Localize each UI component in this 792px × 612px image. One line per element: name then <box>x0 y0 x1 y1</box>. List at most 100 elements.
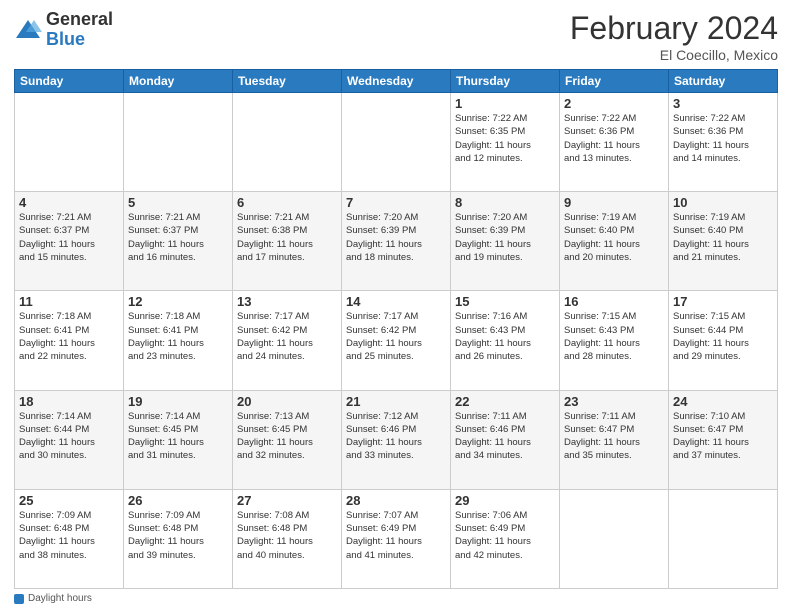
day-number: 13 <box>237 294 337 309</box>
day-number: 22 <box>455 394 555 409</box>
header-day: Wednesday <box>342 70 451 93</box>
day-cell: 8Sunrise: 7:20 AMSunset: 6:39 PMDaylight… <box>451 192 560 291</box>
logo: General Blue <box>14 10 113 50</box>
week-row: 25Sunrise: 7:09 AMSunset: 6:48 PMDayligh… <box>15 489 778 588</box>
day-number: 3 <box>673 96 773 111</box>
day-info: Sunrise: 7:18 AMSunset: 6:41 PMDaylight:… <box>128 310 228 363</box>
page: General Blue February 2024 El Coecillo, … <box>0 0 792 612</box>
day-number: 8 <box>455 195 555 210</box>
day-cell: 20Sunrise: 7:13 AMSunset: 6:45 PMDayligh… <box>233 390 342 489</box>
day-number: 23 <box>564 394 664 409</box>
day-cell: 23Sunrise: 7:11 AMSunset: 6:47 PMDayligh… <box>560 390 669 489</box>
header-day: Saturday <box>669 70 778 93</box>
day-cell: 6Sunrise: 7:21 AMSunset: 6:38 PMDaylight… <box>233 192 342 291</box>
day-cell <box>15 93 124 192</box>
day-number: 26 <box>128 493 228 508</box>
logo-icon <box>14 16 42 44</box>
day-cell: 25Sunrise: 7:09 AMSunset: 6:48 PMDayligh… <box>15 489 124 588</box>
day-number: 6 <box>237 195 337 210</box>
day-cell: 11Sunrise: 7:18 AMSunset: 6:41 PMDayligh… <box>15 291 124 390</box>
header-row: SundayMondayTuesdayWednesdayThursdayFrid… <box>15 70 778 93</box>
day-number: 25 <box>19 493 119 508</box>
day-info: Sunrise: 7:09 AMSunset: 6:48 PMDaylight:… <box>128 509 228 562</box>
day-cell <box>560 489 669 588</box>
day-cell: 22Sunrise: 7:11 AMSunset: 6:46 PMDayligh… <box>451 390 560 489</box>
day-info: Sunrise: 7:11 AMSunset: 6:47 PMDaylight:… <box>564 410 664 463</box>
location: El Coecillo, Mexico <box>570 47 778 63</box>
day-info: Sunrise: 7:10 AMSunset: 6:47 PMDaylight:… <box>673 410 773 463</box>
day-info: Sunrise: 7:08 AMSunset: 6:48 PMDaylight:… <box>237 509 337 562</box>
day-cell: 28Sunrise: 7:07 AMSunset: 6:49 PMDayligh… <box>342 489 451 588</box>
footer-dot <box>14 594 24 604</box>
logo-text: General Blue <box>46 10 113 50</box>
header: General Blue February 2024 El Coecillo, … <box>14 10 778 63</box>
day-cell <box>342 93 451 192</box>
logo-blue: Blue <box>46 30 113 50</box>
day-number: 12 <box>128 294 228 309</box>
day-number: 15 <box>455 294 555 309</box>
day-cell: 27Sunrise: 7:08 AMSunset: 6:48 PMDayligh… <box>233 489 342 588</box>
day-cell <box>233 93 342 192</box>
header-day: Friday <box>560 70 669 93</box>
day-cell: 17Sunrise: 7:15 AMSunset: 6:44 PMDayligh… <box>669 291 778 390</box>
day-cell: 3Sunrise: 7:22 AMSunset: 6:36 PMDaylight… <box>669 93 778 192</box>
day-cell: 12Sunrise: 7:18 AMSunset: 6:41 PMDayligh… <box>124 291 233 390</box>
day-cell: 16Sunrise: 7:15 AMSunset: 6:43 PMDayligh… <box>560 291 669 390</box>
day-cell: 9Sunrise: 7:19 AMSunset: 6:40 PMDaylight… <box>560 192 669 291</box>
day-cell: 21Sunrise: 7:12 AMSunset: 6:46 PMDayligh… <box>342 390 451 489</box>
day-number: 29 <box>455 493 555 508</box>
week-row: 18Sunrise: 7:14 AMSunset: 6:44 PMDayligh… <box>15 390 778 489</box>
day-info: Sunrise: 7:22 AMSunset: 6:35 PMDaylight:… <box>455 112 555 165</box>
day-number: 18 <box>19 394 119 409</box>
week-row: 1Sunrise: 7:22 AMSunset: 6:35 PMDaylight… <box>15 93 778 192</box>
day-info: Sunrise: 7:20 AMSunset: 6:39 PMDaylight:… <box>455 211 555 264</box>
day-info: Sunrise: 7:14 AMSunset: 6:44 PMDaylight:… <box>19 410 119 463</box>
day-info: Sunrise: 7:21 AMSunset: 6:37 PMDaylight:… <box>128 211 228 264</box>
calendar-table: SundayMondayTuesdayWednesdayThursdayFrid… <box>14 69 778 589</box>
header-day: Tuesday <box>233 70 342 93</box>
day-number: 2 <box>564 96 664 111</box>
day-number: 9 <box>564 195 664 210</box>
day-number: 24 <box>673 394 773 409</box>
footer: Daylight hours <box>14 593 778 604</box>
day-number: 21 <box>346 394 446 409</box>
day-number: 27 <box>237 493 337 508</box>
day-info: Sunrise: 7:16 AMSunset: 6:43 PMDaylight:… <box>455 310 555 363</box>
day-cell: 24Sunrise: 7:10 AMSunset: 6:47 PMDayligh… <box>669 390 778 489</box>
day-number: 7 <box>346 195 446 210</box>
week-row: 4Sunrise: 7:21 AMSunset: 6:37 PMDaylight… <box>15 192 778 291</box>
day-info: Sunrise: 7:19 AMSunset: 6:40 PMDaylight:… <box>564 211 664 264</box>
day-cell: 26Sunrise: 7:09 AMSunset: 6:48 PMDayligh… <box>124 489 233 588</box>
day-number: 17 <box>673 294 773 309</box>
day-number: 1 <box>455 96 555 111</box>
day-cell: 18Sunrise: 7:14 AMSunset: 6:44 PMDayligh… <box>15 390 124 489</box>
header-day: Sunday <box>15 70 124 93</box>
day-info: Sunrise: 7:18 AMSunset: 6:41 PMDaylight:… <box>19 310 119 363</box>
day-cell: 15Sunrise: 7:16 AMSunset: 6:43 PMDayligh… <box>451 291 560 390</box>
day-cell: 7Sunrise: 7:20 AMSunset: 6:39 PMDaylight… <box>342 192 451 291</box>
day-number: 28 <box>346 493 446 508</box>
day-info: Sunrise: 7:14 AMSunset: 6:45 PMDaylight:… <box>128 410 228 463</box>
day-cell: 1Sunrise: 7:22 AMSunset: 6:35 PMDaylight… <box>451 93 560 192</box>
day-info: Sunrise: 7:22 AMSunset: 6:36 PMDaylight:… <box>564 112 664 165</box>
day-number: 20 <box>237 394 337 409</box>
title-block: February 2024 El Coecillo, Mexico <box>570 10 778 63</box>
month-title: February 2024 <box>570 10 778 47</box>
logo-general: General <box>46 10 113 30</box>
day-cell: 5Sunrise: 7:21 AMSunset: 6:37 PMDaylight… <box>124 192 233 291</box>
day-number: 14 <box>346 294 446 309</box>
day-info: Sunrise: 7:06 AMSunset: 6:49 PMDaylight:… <box>455 509 555 562</box>
day-info: Sunrise: 7:19 AMSunset: 6:40 PMDaylight:… <box>673 211 773 264</box>
week-row: 11Sunrise: 7:18 AMSunset: 6:41 PMDayligh… <box>15 291 778 390</box>
day-info: Sunrise: 7:21 AMSunset: 6:37 PMDaylight:… <box>19 211 119 264</box>
day-cell: 10Sunrise: 7:19 AMSunset: 6:40 PMDayligh… <box>669 192 778 291</box>
day-cell: 4Sunrise: 7:21 AMSunset: 6:37 PMDaylight… <box>15 192 124 291</box>
day-cell <box>124 93 233 192</box>
day-number: 4 <box>19 195 119 210</box>
day-cell: 29Sunrise: 7:06 AMSunset: 6:49 PMDayligh… <box>451 489 560 588</box>
day-info: Sunrise: 7:07 AMSunset: 6:49 PMDaylight:… <box>346 509 446 562</box>
day-info: Sunrise: 7:09 AMSunset: 6:48 PMDaylight:… <box>19 509 119 562</box>
day-info: Sunrise: 7:13 AMSunset: 6:45 PMDaylight:… <box>237 410 337 463</box>
day-number: 16 <box>564 294 664 309</box>
day-cell: 13Sunrise: 7:17 AMSunset: 6:42 PMDayligh… <box>233 291 342 390</box>
